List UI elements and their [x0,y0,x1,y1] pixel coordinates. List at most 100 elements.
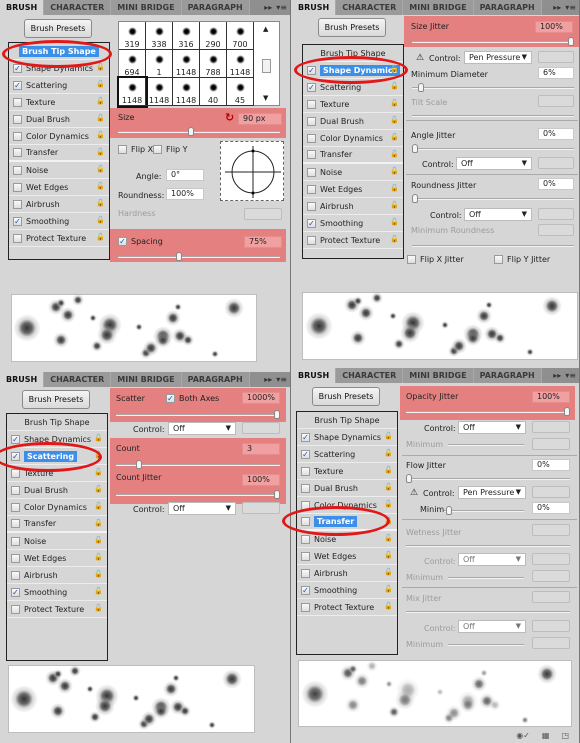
list-item-airbrush[interactable]: Airbrush 🔓 [9,196,109,213]
angle-jitter-field[interactable]: 0% [538,128,574,140]
tab-paragraph[interactable]: PARAGRAPH [181,0,250,15]
list-item-texture[interactable]: Texture 🔓 [297,463,397,480]
checkbox[interactable] [13,165,22,175]
angle-control-select[interactable]: Off ▼ [456,157,532,170]
checkbox[interactable]: ✓ [11,451,20,461]
tab-paragraph[interactable]: PARAGRAPH [473,0,542,15]
checkbox[interactable] [301,517,310,526]
min-diameter-slider[interactable] [412,83,574,92]
brush-tip-cell[interactable]: 700 [227,22,254,50]
spacing-slider[interactable] [118,252,280,261]
checkbox[interactable] [13,182,22,192]
list-item-smoothing[interactable]: ✓ Smoothing 🔓 [7,584,107,601]
checkbox[interactable] [307,133,316,143]
angle-jitter-slider[interactable] [412,144,574,153]
flip-x-box[interactable] [118,145,127,154]
scroll-up-icon[interactable]: ▲ [263,25,268,33]
checkbox[interactable] [307,167,316,177]
tab-paragraph[interactable]: PARAGRAPH [473,368,542,383]
count-control-select[interactable]: Off ▼ [168,502,236,515]
checkbox[interactable] [301,534,310,544]
list-item-dual-brush[interactable]: Dual Brush 🔓 [303,113,403,130]
flow-jitter-field[interactable]: 0% [532,459,570,471]
list-item-noise[interactable]: Noise 🔓 [7,533,107,550]
list-item-airbrush[interactable]: Airbrush 🔓 [7,567,107,584]
panel-menu-icon[interactable]: ▾≡ [276,3,287,12]
roundness-jitter-field[interactable]: 0% [538,178,574,190]
list-item-color-dynamics[interactable]: Color Dynamics 🔓 [303,130,403,147]
lock-icon[interactable]: 🔓 [384,483,393,493]
lock-icon[interactable]: 🔓 [384,517,393,527]
angle-jitter-thumb[interactable] [412,144,418,153]
tab-character[interactable]: CHARACTER [336,368,404,383]
checkbox[interactable]: ✓ [301,449,310,459]
checkbox[interactable] [307,150,316,159]
checkbox[interactable] [11,536,20,546]
flow-minimum-slider[interactable] [444,506,524,515]
checkbox[interactable]: ✓ [11,587,20,597]
size-jitter-slider[interactable] [412,37,574,46]
checkbox[interactable] [11,468,20,478]
checkbox[interactable] [307,184,316,194]
tab-brush[interactable]: BRUSH [292,368,337,383]
scatter-thumb[interactable] [274,410,280,419]
list-item-brush-tip-shape[interactable]: Brush Tip Shape [7,414,107,431]
lock-icon[interactable]: 🔓 [94,553,103,563]
lock-icon[interactable]: 🔓 [384,551,393,561]
scatter-slider[interactable] [116,410,280,419]
lock-icon[interactable]: 🔓 [94,570,103,580]
lock-icon[interactable]: 🔓 [94,536,103,546]
tab-brush[interactable]: BRUSH [292,0,337,15]
lock-icon[interactable]: 🔓 [96,131,105,141]
list-item-smoothing[interactable]: ✓ Smoothing 🔓 [9,213,109,230]
list-item-wet-edges[interactable]: Wet Edges 🔓 [9,179,109,196]
flow-control-select[interactable]: Pen Pressure ▼ [458,486,526,499]
checkbox[interactable]: ✓ [13,63,22,73]
brush-tip-cell[interactable]: 1148 [173,50,200,78]
lock-icon[interactable]: 🔓 [96,63,105,73]
lock-icon[interactable]: 🔓 [384,449,393,459]
flip-y-jitter-checkbox[interactable]: Flip Y Jitter [494,255,550,264]
checkbox[interactable]: ✓ [301,432,310,442]
lock-icon[interactable]: 🔓 [96,165,105,175]
lock-icon[interactable]: 🔓 [390,116,399,126]
list-item-dual-brush[interactable]: Dual Brush 🔓 [297,480,397,497]
list-item-color-dynamics[interactable]: Color Dynamics 🔓 [9,128,109,145]
panel-menu-icon[interactable]: ▾≡ [565,371,576,380]
panel-menu-icon[interactable]: ▾≡ [565,3,576,12]
checkbox[interactable]: ✓ [307,65,316,75]
size-jitter-thumb[interactable] [568,37,574,46]
list-item-transfer[interactable]: Transfer 🔓 [303,147,403,164]
brush-tip-cell[interactable]: 40 [200,78,227,106]
lock-icon[interactable]: 🔓 [96,114,105,124]
brush-tip-cell[interactable]: 1148 [227,50,254,78]
brush-presets-button[interactable]: Brush Presets [22,390,90,409]
lock-icon[interactable]: 🔓 [384,500,393,510]
checkbox[interactable]: ✓ [301,585,310,595]
checkbox[interactable] [13,131,22,141]
spacing-checkbox[interactable]: ✓ Spacing [118,237,163,246]
list-item-transfer[interactable]: Transfer 🔓 [7,516,107,533]
checkbox[interactable] [13,233,22,243]
list-item-texture[interactable]: Texture 🔓 [303,96,403,113]
checkbox[interactable] [301,500,310,510]
list-item-scattering[interactable]: ✓ Scattering 🔓 [303,79,403,96]
lock-icon[interactable]: 🔓 [384,602,393,612]
flip-y-checkbox[interactable]: Flip Y [153,145,188,154]
list-item-protect-texture[interactable]: Protect Texture 🔓 [9,230,109,247]
checkbox[interactable]: ✓ [11,434,20,444]
checkbox[interactable] [301,602,310,612]
lock-icon[interactable]: 🔓 [96,216,105,226]
flow-jitter-thumb[interactable] [406,474,412,483]
brush-presets-button[interactable]: Brush Presets [24,19,92,38]
lock-icon[interactable]: 🔓 [390,150,399,160]
checkbox[interactable] [11,485,20,495]
expand-icon[interactable]: ▸▸ [553,371,561,380]
brush-tip-cell[interactable]: 1148 [173,78,200,106]
checkbox[interactable]: ✓ [307,218,316,228]
grid-icon[interactable]: ▦ [542,731,550,741]
size-slider[interactable] [118,127,280,136]
expand-icon[interactable]: ▸▸ [264,3,272,12]
size-slider-thumb[interactable] [188,127,194,136]
size-jitter-field[interactable]: 100% [535,21,573,33]
